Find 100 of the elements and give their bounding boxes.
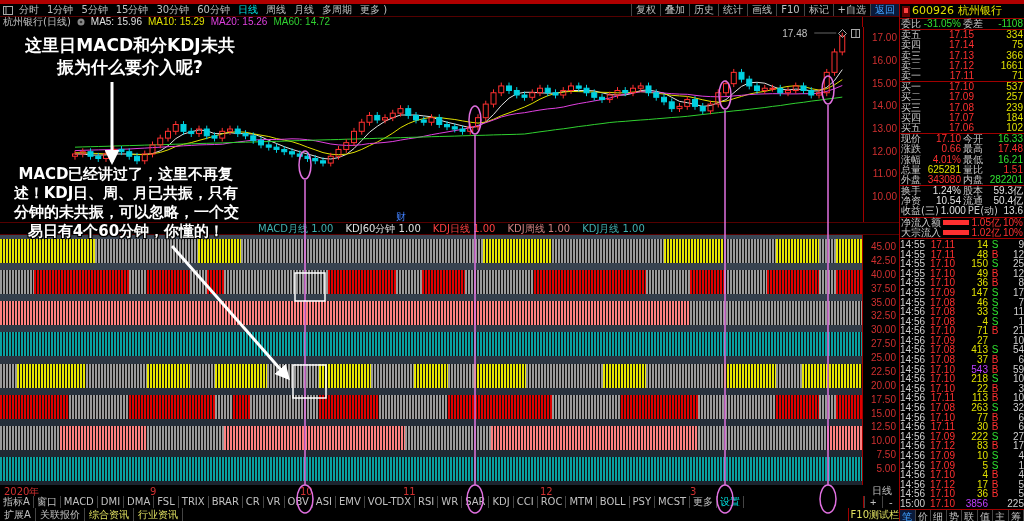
quote-label: 现价 (901, 134, 921, 145)
indicator-tab[interactable]: CR (242, 496, 264, 508)
quote-value: 10.54 (935, 196, 961, 207)
axis-label: 37.50 (870, 282, 896, 294)
tick-count: 9 (1017, 239, 1024, 250)
stock-flag-icon (902, 5, 910, 17)
indicator-tab[interactable]: FSL (154, 496, 179, 508)
indicator-tab[interactable]: 指标A (0, 496, 34, 508)
period-tab[interactable]: 30分钟 (152, 4, 194, 16)
flow-bar (943, 220, 969, 226)
axis-label: 7.50 (876, 449, 896, 461)
tick-count: 12 (1011, 249, 1024, 260)
tick-count: 21 (1011, 326, 1024, 336)
quote-value: 1.24% (931, 186, 961, 197)
period-tab[interactable]: 15分钟 (111, 4, 153, 16)
period-tab[interactable]: 月线 (289, 4, 318, 16)
tick-time: 14:56 (900, 422, 925, 432)
indicator-tab[interactable]: BOLL (596, 496, 630, 508)
panel-tab[interactable]: 联 (962, 509, 978, 521)
quote-label: 今开 (963, 134, 983, 145)
tool-button[interactable]: 返回 (870, 4, 899, 16)
tick-price: 17.11 (929, 249, 955, 260)
panel-tab[interactable]: 值 (977, 509, 993, 521)
panel-tab[interactable]: 势 (946, 509, 962, 521)
tick-price: 17.09 (928, 335, 955, 346)
indicator-tab[interactable]: VR (263, 496, 285, 508)
axis-label: 30.00 (870, 324, 896, 336)
extension-tab[interactable]: 关联报价 (35, 508, 85, 521)
extension-tab[interactable]: 扩展A (0, 508, 36, 521)
indicator-tab[interactable]: 更多 (690, 496, 718, 508)
order-volume: 239 (1005, 102, 1023, 113)
indicator-tab[interactable]: WR (438, 496, 463, 508)
tick-time: 14:55 (900, 249, 925, 260)
indicator-tab[interactable]: CCI (513, 496, 538, 508)
tick-price: 17.09 (928, 287, 955, 298)
indicator-tab[interactable]: TRIX (178, 496, 209, 508)
indicator-tab[interactable]: MACD (60, 496, 98, 508)
indicator-tab[interactable]: RSI (415, 496, 439, 508)
indicator-tab[interactable]: DMA (124, 496, 155, 508)
indicator-tab[interactable]: PSY (629, 496, 655, 508)
quote-label: 收益(三) (901, 206, 939, 217)
tick-volume: 14 (975, 239, 988, 250)
date-label: 9 (150, 486, 157, 496)
tick-volume: 147 (970, 287, 988, 298)
indicator-tab[interactable]: BRAR (208, 496, 243, 508)
panel-tab[interactable]: 价 (915, 509, 931, 521)
tick-time: 14:56 (900, 364, 925, 375)
tick-side: S (990, 403, 1000, 413)
order-price: 17.15 (947, 30, 974, 41)
indicator-tab[interactable]: ASI (312, 496, 336, 508)
panel-tab[interactable]: 细 (931, 509, 947, 521)
window-icon[interactable] (3, 5, 13, 15)
period-tab[interactable]: 分时 (15, 4, 43, 16)
quote-label: 最高 (963, 144, 983, 155)
tick-volume: 218 (970, 374, 988, 384)
indicator-tab[interactable]: ROC (537, 496, 567, 508)
order-level-label: 卖五 (901, 30, 922, 41)
indicator-tab[interactable]: KDJ (489, 496, 514, 508)
indicator-tab[interactable]: MTM (566, 496, 597, 508)
indicator-tab[interactable]: DMI (97, 496, 125, 508)
extension-tab[interactable]: 综合资讯 (84, 508, 134, 521)
axis-label: 17.50 (870, 393, 896, 405)
tool-button[interactable]: 标记 (803, 4, 833, 16)
quote-value: 343080 (926, 174, 961, 185)
tool-button[interactable]: 历史 (689, 4, 719, 16)
panel-tab[interactable]: 笔 (900, 509, 916, 521)
axis-label: 22.50 (870, 365, 896, 377)
panel-tab[interactable]: 主 (993, 509, 1009, 521)
flow-bar (943, 230, 969, 236)
axis-label: 5.00 (876, 463, 896, 474)
tool-button[interactable]: 画线 (747, 4, 777, 16)
tool-button[interactable]: 叠加 (660, 4, 690, 16)
tick-price: 17.10 (928, 470, 955, 480)
period-tab[interactable]: 5分钟 (77, 4, 112, 16)
window-icon[interactable] (851, 29, 860, 38)
indicator-tab[interactable]: 窗口 (33, 496, 61, 508)
period-tab[interactable]: 周线 (261, 4, 290, 16)
diamond-icon[interactable] (838, 29, 847, 38)
tick-time: 14:56 (900, 460, 925, 471)
tick-count: 17 (1011, 287, 1024, 298)
flow-percent: 10% (1003, 217, 1023, 228)
indicator-tab[interactable]: VOL-TDX (364, 496, 416, 508)
period-tab[interactable]: 60分钟 (193, 4, 234, 16)
panel-tab[interactable]: 筹 (1008, 509, 1024, 521)
period-tab[interactable]: 日线 (233, 4, 262, 16)
period-tab[interactable]: 更多 ) (355, 4, 392, 16)
zoom-button[interactable]: + (864, 496, 882, 508)
tick-count: 6 (1018, 355, 1024, 365)
tool-button[interactable]: F10 (776, 4, 804, 16)
period-tab[interactable]: 多周期 (317, 4, 356, 16)
tool-button[interactable]: 复权 (631, 4, 661, 16)
indicator-tab[interactable]: EMV (336, 496, 365, 508)
tick-side: S (990, 297, 1000, 308)
tool-button[interactable]: 统计 (718, 4, 748, 16)
extension-tab[interactable]: 行业资讯 (133, 508, 183, 521)
zoom-button[interactable]: - (881, 496, 899, 508)
tick-price: 17.10 (928, 374, 955, 384)
indicator-tab[interactable]: MCST (655, 496, 691, 508)
period-tab[interactable]: 1分钟 (43, 4, 78, 16)
quote-label: 涨跌 (901, 144, 921, 155)
